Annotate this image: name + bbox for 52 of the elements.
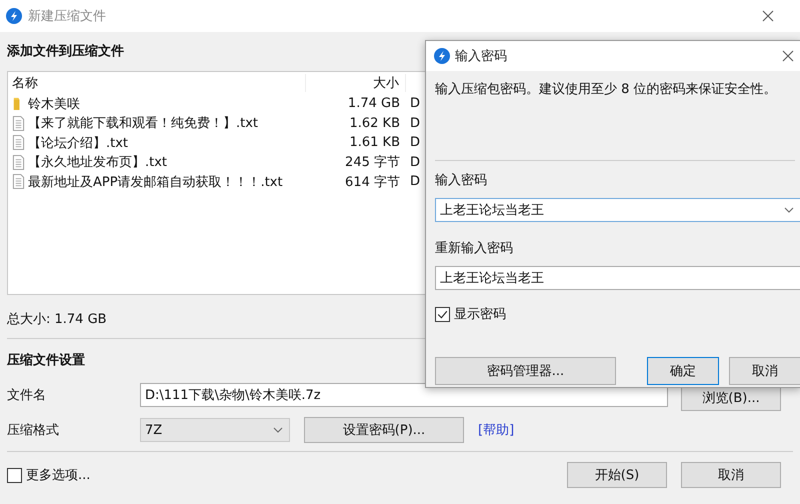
file-name[interactable]: 【论坛介绍】.txt [28, 134, 128, 152]
app-logo-icon [434, 48, 450, 64]
chevron-down-icon [273, 427, 283, 433]
file-name[interactable]: 【来了就能下载和观看！纯免费！】.txt [28, 114, 258, 132]
cancel-button[interactable]: 取消 [681, 462, 781, 488]
close-icon[interactable] [762, 10, 774, 22]
document-icon [12, 116, 25, 131]
set-password-button[interactable]: 设置密码(P)... [304, 417, 464, 443]
field-label: 文件名 [7, 387, 47, 404]
app-logo-icon [6, 8, 22, 24]
chevron-down-icon[interactable] [784, 207, 794, 213]
help-link[interactable]: [帮助] [478, 421, 514, 439]
ok-button[interactable]: 确定 [647, 357, 719, 385]
format-dropdown[interactable]: 7Z [140, 418, 290, 442]
table-cell-text: D [409, 96, 420, 112]
cancel-button[interactable]: 取消 [729, 357, 800, 385]
document-icon [12, 135, 25, 150]
filename-field[interactable]: D:\111下载\杂物\铃木美咲.7z [140, 383, 668, 407]
column-header[interactable]: 大小 [306, 74, 406, 92]
file-name[interactable]: 【永久地址发布页】.txt [28, 153, 168, 172]
file-size: 614 字节 [344, 174, 401, 191]
field-label: 重新输入密码 [435, 240, 514, 257]
dialog-description: 输入压缩包密码。建议使用至少 8 位的密码来保证安全性。 [435, 81, 778, 98]
section-heading: 添加文件到压缩文件 [7, 42, 124, 60]
field-label: 输入密码 [435, 172, 488, 189]
password-field[interactable]: 上老王论坛当老王 [435, 266, 800, 290]
table-cell-text: D [409, 116, 420, 131]
file-size: 1.62 KB [348, 116, 401, 131]
file-size: 1.61 KB [348, 135, 401, 150]
file-name[interactable]: 铃木美咲 [28, 94, 80, 113]
file-name[interactable]: 最新地址及APP请发邮箱自动获取！！！.txt [28, 172, 283, 191]
checkbox-label[interactable]: 更多选项... [26, 466, 90, 484]
checkbox[interactable] [435, 306, 450, 322]
file-size: 1.74 GB [346, 96, 401, 112]
table-cell-text: D [409, 154, 420, 170]
close-icon[interactable] [782, 50, 794, 62]
password-manager-button[interactable]: 密码管理器... [435, 357, 616, 385]
window-title: 新建压缩文件 [28, 8, 106, 25]
document-icon [12, 154, 25, 170]
document-icon [12, 174, 25, 190]
table-cell-text: D [409, 135, 420, 150]
password-combo-field[interactable]: 上老王论坛当老王 [435, 198, 800, 222]
dialog-title: 输入密码 [455, 48, 507, 65]
start-button[interactable]: 开始(S) [567, 462, 667, 488]
file-size: 245 字节 [344, 154, 401, 172]
checkbox-label[interactable]: 显示密码 [454, 305, 506, 323]
total-size: 总大小: 1.74 GB [7, 311, 107, 326]
checkbox[interactable] [7, 468, 22, 482]
section-heading: 压缩文件设置 [7, 352, 85, 369]
table-cell-text: D [409, 174, 420, 190]
field-label: 压缩格式 [7, 422, 60, 439]
column-header[interactable]: 名称 [8, 74, 306, 92]
